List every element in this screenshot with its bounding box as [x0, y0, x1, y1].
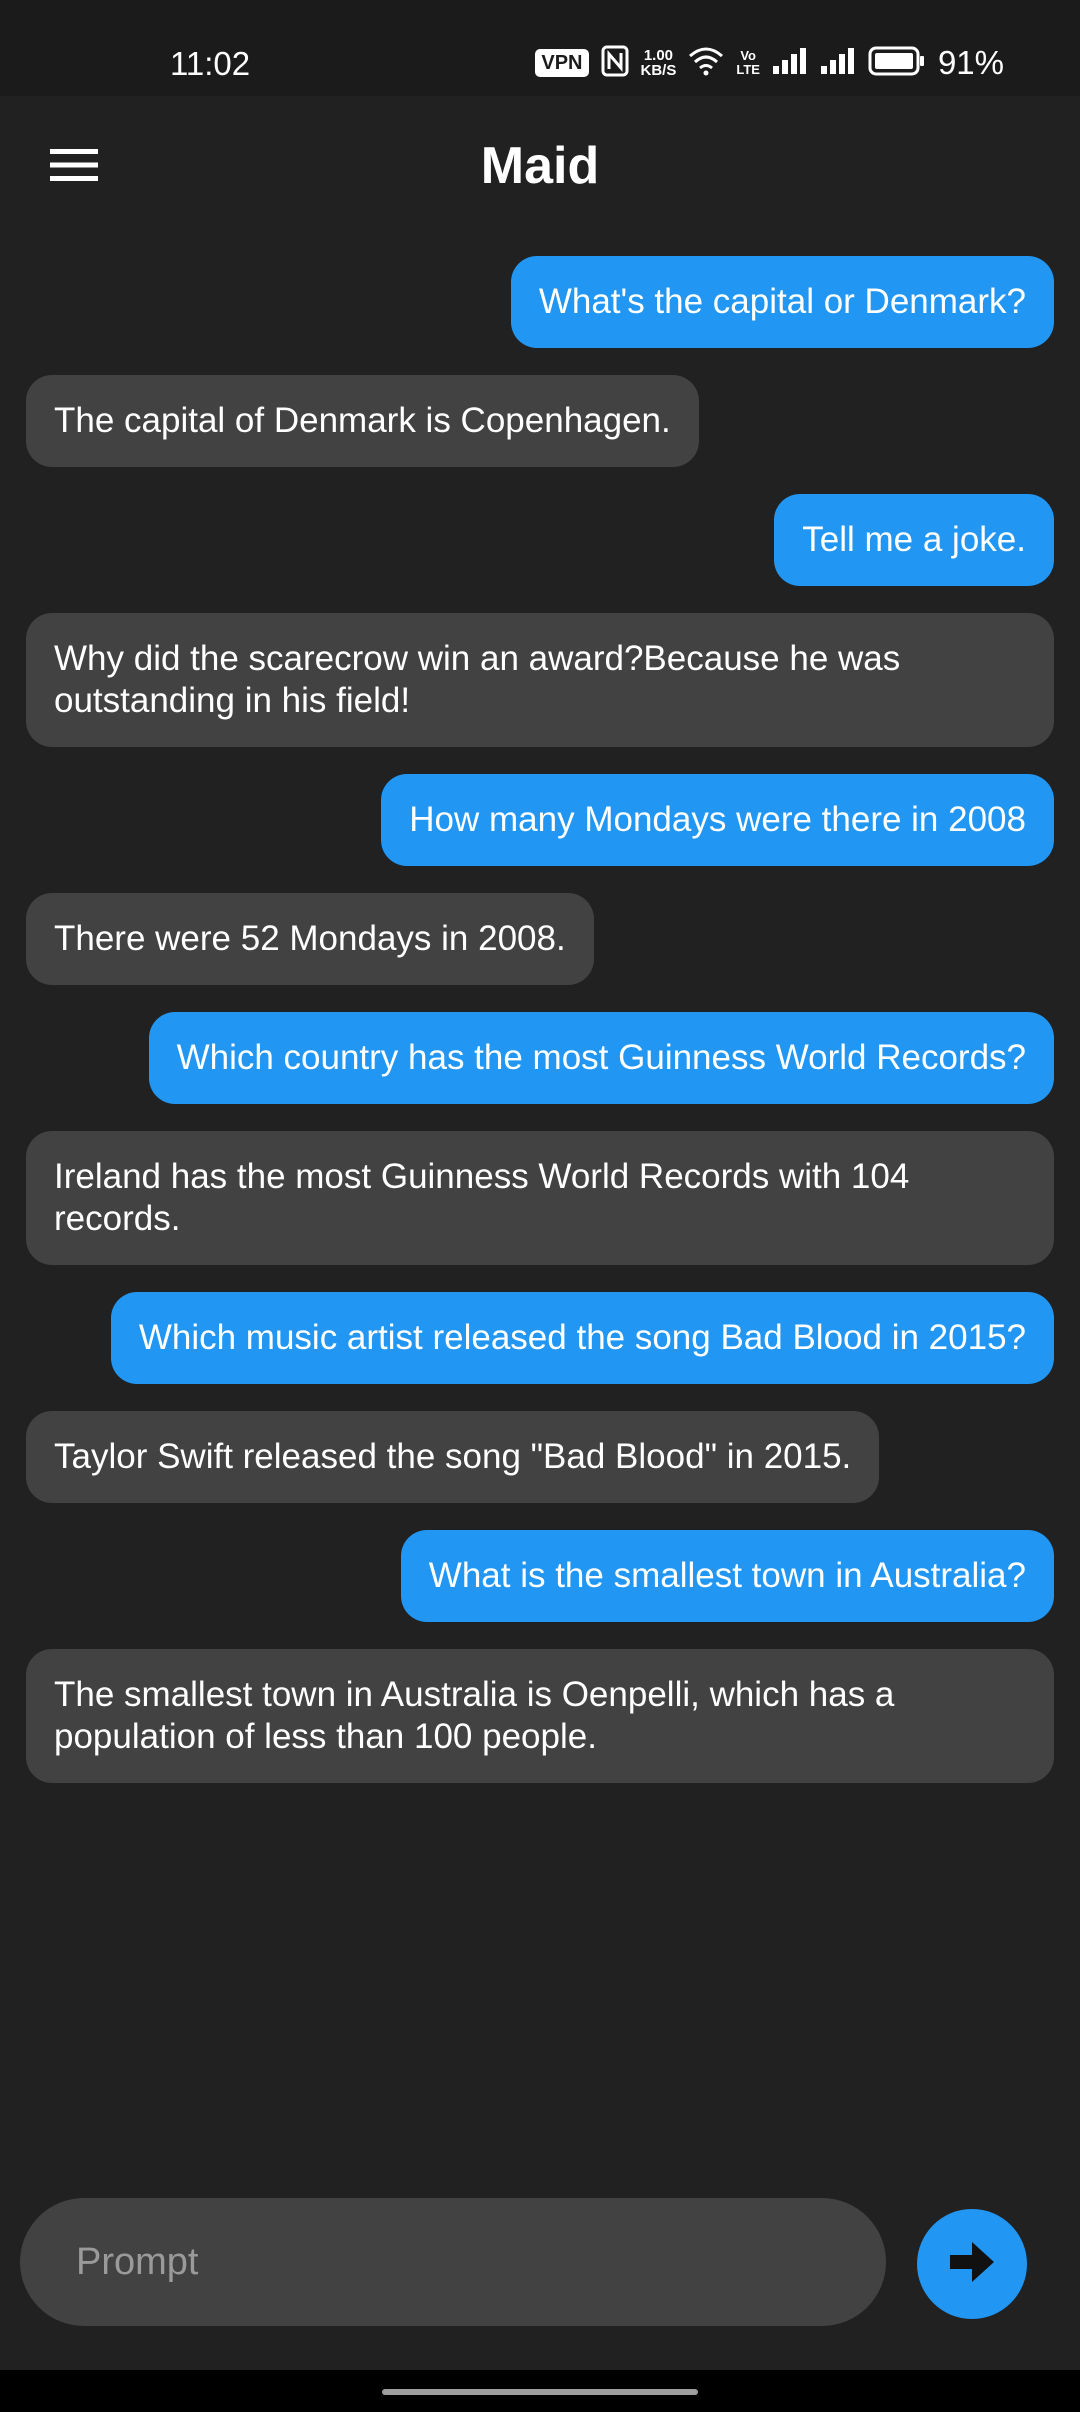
assistant-message[interactable]: Taylor Swift released the song "Bad Bloo…: [26, 1411, 880, 1503]
user-message[interactable]: Which country has the most Guinness Worl…: [148, 1012, 1054, 1104]
home-indicator[interactable]: [382, 2389, 698, 2395]
status-bar: 11:02 VPN 1.00 KB/S Vo LTE 91%: [0, 0, 1080, 96]
assistant-message[interactable]: Ireland has the most Guinness World Reco…: [26, 1131, 1054, 1265]
assistant-message[interactable]: Why did the scarecrow win an award?Becau…: [26, 613, 1054, 747]
signal-icon: [820, 47, 856, 80]
signal-icon: [772, 47, 808, 80]
prompt-bar: [20, 2198, 886, 2326]
prompt-input[interactable]: [74, 2239, 858, 2285]
app-bar: Maid: [0, 96, 1080, 246]
net-speed-value: 1.00: [643, 47, 674, 64]
app-title: Maid: [480, 137, 600, 195]
status-icons: VPN 1.00 KB/S Vo LTE 91%: [535, 40, 1004, 86]
user-message[interactable]: Which music artist released the song Bad…: [110, 1292, 1054, 1384]
user-message[interactable]: What's the capital or Denmark?: [510, 256, 1054, 348]
volte-bottom: LTE: [736, 62, 760, 77]
user-message[interactable]: How many Mondays were there in 2008: [381, 774, 1054, 866]
volte-icon: Vo LTE: [736, 49, 760, 77]
wifi-icon: [688, 46, 724, 81]
assistant-message[interactable]: There were 52 Mondays in 2008.: [26, 893, 594, 985]
status-time: 11:02: [170, 45, 251, 82]
user-message[interactable]: What is the smallest town in Australia?: [400, 1530, 1054, 1622]
chat-list[interactable]: What's the capital or Denmark? The capit…: [26, 256, 1054, 1783]
vpn-icon: VPN: [535, 49, 589, 77]
volte-top: Vo: [740, 48, 756, 63]
user-message[interactable]: Tell me a joke.: [774, 494, 1054, 586]
battery-icon: [868, 46, 926, 81]
net-speed: 1.00 KB/S: [641, 48, 677, 78]
net-speed-unit: KB/S: [640, 62, 677, 79]
assistant-message[interactable]: The capital of Denmark is Copenhagen.: [26, 375, 699, 467]
nfc-icon: [601, 45, 629, 82]
send-button[interactable]: [917, 2209, 1027, 2319]
assistant-message[interactable]: The smallest town in Australia is Oenpel…: [26, 1649, 1054, 1783]
battery-percent: 91%: [937, 44, 1004, 81]
arrow-right-icon: [948, 2240, 996, 2289]
